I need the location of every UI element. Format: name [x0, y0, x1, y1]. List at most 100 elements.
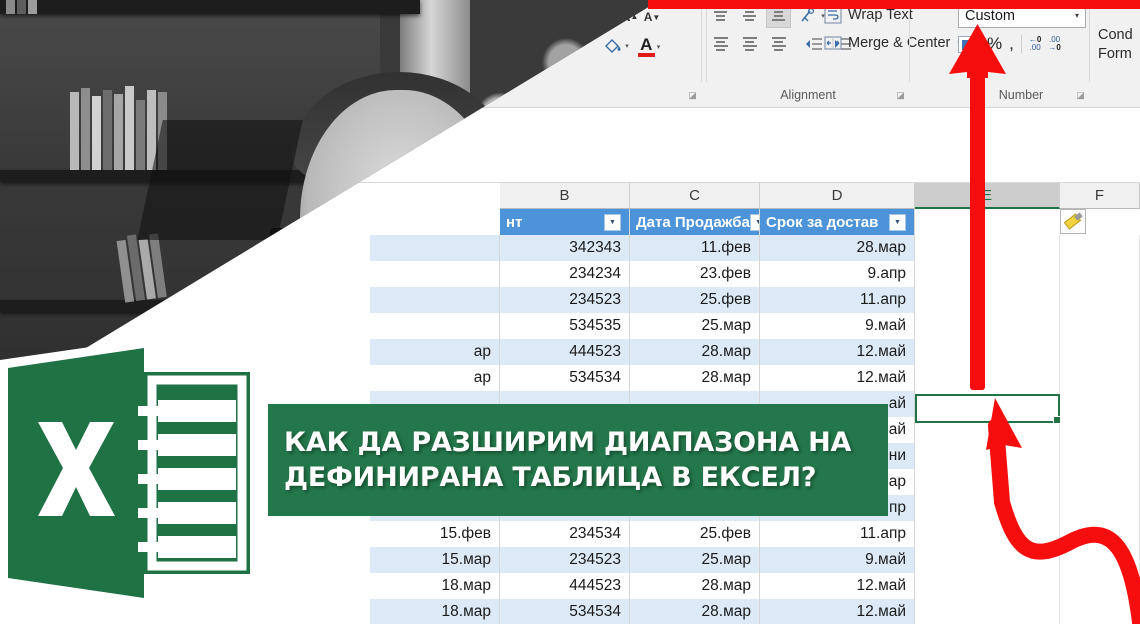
- align-right-icon[interactable]: [766, 32, 791, 56]
- filter-dropdown-icon[interactable]: ▼: [749, 213, 759, 231]
- cell-b[interactable]: 234523: [500, 547, 630, 573]
- cell-e[interactable]: [915, 547, 1060, 573]
- cell-e[interactable]: [915, 235, 1060, 261]
- cell-e[interactable]: [915, 339, 1060, 365]
- cell-f[interactable]: [1060, 287, 1140, 313]
- table-header-cell[interactable]: Дата Продажба▼: [630, 209, 760, 235]
- cell-e[interactable]: [915, 573, 1060, 599]
- cell-e[interactable]: [915, 443, 1060, 469]
- table-row[interactable]: 534535 25.мар 9.май: [0, 313, 1140, 339]
- cell-a[interactable]: 15.фев: [370, 521, 500, 547]
- cell-e[interactable]: [915, 495, 1060, 521]
- cell-f[interactable]: [1060, 573, 1140, 599]
- cell-a[interactable]: [370, 287, 500, 313]
- cell-d[interactable]: 12.май: [760, 339, 915, 365]
- cell-c[interactable]: 28.мар: [630, 339, 760, 365]
- cell-a[interactable]: 15.мар: [370, 547, 500, 573]
- column-header-f[interactable]: F: [1060, 183, 1140, 209]
- font-dialog-launcher[interactable]: ◪: [687, 90, 698, 101]
- cell-f[interactable]: [1060, 469, 1140, 495]
- filter-dropdown-icon[interactable]: ▼: [604, 213, 621, 231]
- cell-e[interactable]: [915, 365, 1060, 391]
- decrease-indent-icon[interactable]: [801, 32, 826, 56]
- cell-f[interactable]: [1060, 235, 1140, 261]
- cell-b[interactable]: 234523: [500, 287, 630, 313]
- cell-b[interactable]: 342343: [500, 235, 630, 261]
- fill-color-caret-icon[interactable]: ▾: [625, 42, 629, 50]
- cell-a[interactable]: ар: [370, 339, 500, 365]
- cell-c[interactable]: 25.фев: [630, 521, 760, 547]
- cell-c[interactable]: 23.фев: [630, 261, 760, 287]
- cell-b[interactable]: 234234: [500, 261, 630, 287]
- cell-b[interactable]: 234534: [500, 521, 630, 547]
- cell-a[interactable]: 18.мар: [370, 573, 500, 599]
- cell-f[interactable]: [1060, 261, 1140, 287]
- cell-a[interactable]: [370, 313, 500, 339]
- cell-c[interactable]: 28.мар: [630, 599, 760, 624]
- cell-f[interactable]: [1060, 365, 1140, 391]
- cell-c[interactable]: 11.фев: [630, 235, 760, 261]
- table-header-cell[interactable]: нт ▼: [500, 209, 630, 235]
- cell-c[interactable]: 28.мар: [630, 365, 760, 391]
- cell-d[interactable]: 11.апр: [760, 287, 915, 313]
- cell-b[interactable]: 534535: [500, 313, 630, 339]
- cell-a[interactable]: [370, 261, 500, 287]
- cell-d[interactable]: 9.апр: [760, 261, 915, 287]
- fill-color-icon[interactable]: ▾: [602, 34, 630, 58]
- cell-f[interactable]: [1060, 495, 1140, 521]
- cell-b[interactable]: 444523: [500, 573, 630, 599]
- cell-d[interactable]: 9.май: [760, 547, 915, 573]
- selected-cell-e[interactable]: [915, 394, 1061, 424]
- cell-d[interactable]: 12.май: [760, 599, 915, 624]
- cell-f[interactable]: [1060, 521, 1140, 547]
- cell-e[interactable]: [915, 287, 1060, 313]
- increase-decimal-icon[interactable]: ←0.00: [1029, 36, 1041, 52]
- conditional-formatting-button[interactable]: Cond Form: [1098, 26, 1133, 64]
- cell-d[interactable]: 28.мар: [760, 235, 915, 261]
- decrease-decimal-icon[interactable]: .00 →0: [1048, 36, 1060, 52]
- cell-c[interactable]: 28.мар: [630, 573, 760, 599]
- font-color-caret-icon[interactable]: ▾: [657, 43, 661, 51]
- paste-options-icon[interactable]: [1060, 209, 1086, 234]
- chevron-down-icon[interactable]: ▾: [1075, 11, 1079, 20]
- column-header-e[interactable]: E: [915, 183, 1060, 209]
- cell-f[interactable]: [1060, 417, 1140, 443]
- cell-c[interactable]: 25.фев: [630, 287, 760, 313]
- cell-e[interactable]: [915, 521, 1060, 547]
- font-color-icon[interactable]: A ▾: [636, 34, 662, 60]
- cell-d[interactable]: 9.май: [760, 313, 915, 339]
- decrease-font-size-icon[interactable]: A ▼: [642, 7, 662, 27]
- cell-f[interactable]: [1060, 443, 1140, 469]
- percent-style-label[interactable]: %: [987, 34, 1002, 54]
- cell-a[interactable]: ар: [370, 365, 500, 391]
- filter-dropdown-icon[interactable]: ▼: [889, 213, 906, 231]
- cell-e[interactable]: [915, 469, 1060, 495]
- comma-style-label[interactable]: ,: [1009, 35, 1014, 52]
- cell-f[interactable]: [1060, 391, 1140, 417]
- cell-a[interactable]: 18.мар: [370, 599, 500, 624]
- cell-c[interactable]: 25.мар: [630, 313, 760, 339]
- align-left-icon[interactable]: [708, 32, 733, 56]
- alignment-dialog-launcher[interactable]: ◪: [895, 90, 906, 101]
- number-dialog-launcher[interactable]: ◪: [1075, 90, 1086, 101]
- cell-b[interactable]: 444523: [500, 339, 630, 365]
- cell-e[interactable]: [915, 261, 1060, 287]
- table-header-cell[interactable]: Срок за достав ▼: [760, 209, 915, 235]
- cell-b[interactable]: 534534: [500, 599, 630, 624]
- cell-f[interactable]: [1060, 313, 1140, 339]
- cell-f[interactable]: [1060, 599, 1140, 624]
- align-center-icon[interactable]: [737, 32, 762, 56]
- cell-e[interactable]: [915, 313, 1060, 339]
- cell-d[interactable]: 12.май: [760, 573, 915, 599]
- cell-b[interactable]: 534534: [500, 365, 630, 391]
- column-header-c[interactable]: C: [630, 183, 760, 209]
- cell-d[interactable]: 12.май: [760, 365, 915, 391]
- cell-f[interactable]: [1060, 547, 1140, 573]
- merge-center-button[interactable]: Merge & Center ▾: [824, 30, 961, 56]
- cell-a[interactable]: [370, 235, 500, 261]
- column-header-b[interactable]: B: [500, 183, 630, 209]
- cell-f[interactable]: [1060, 339, 1140, 365]
- accounting-format-icon[interactable]: [958, 35, 980, 53]
- column-header-d[interactable]: D: [760, 183, 915, 209]
- cell-c[interactable]: 25.мар: [630, 547, 760, 573]
